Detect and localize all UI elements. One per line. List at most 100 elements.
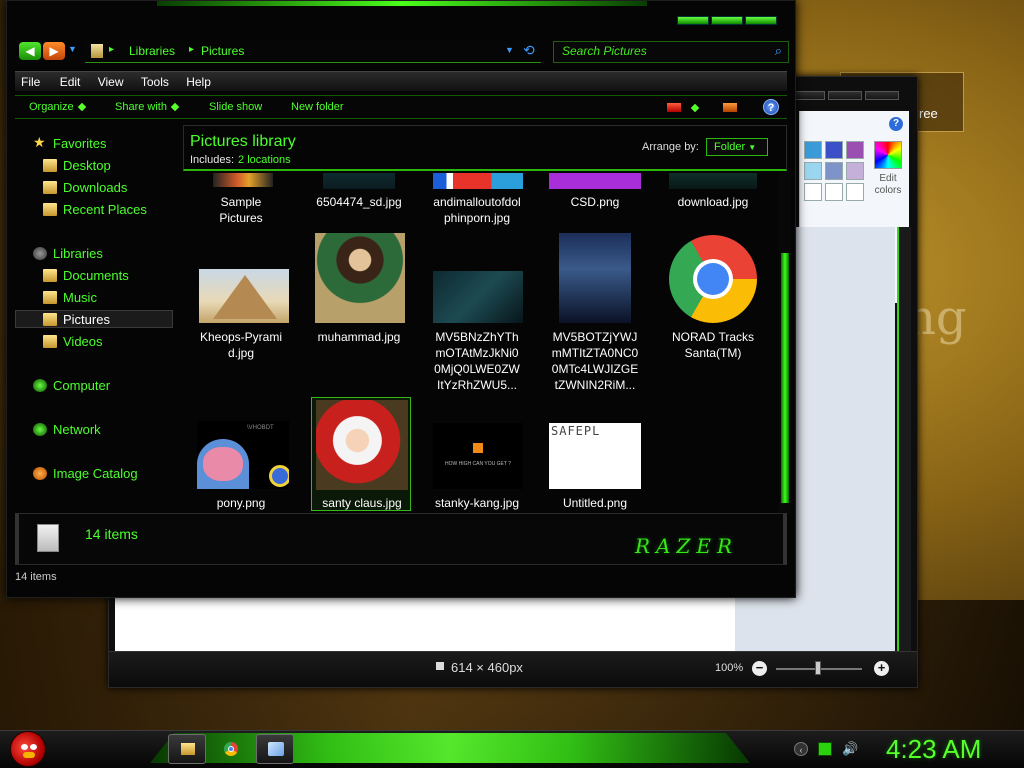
breadcrumb-libraries[interactable]: Libraries	[129, 44, 175, 58]
menu-file[interactable]: File	[21, 72, 40, 89]
refresh-icon[interactable]: ⟲	[523, 42, 535, 59]
file-name: download.jpg	[677, 195, 749, 209]
new-folder-button[interactable]: New folder	[291, 101, 344, 113]
zoom-slider-thumb[interactable]	[815, 661, 821, 675]
menu-view[interactable]: View	[98, 72, 124, 89]
library-title: Pictures library	[190, 133, 296, 150]
nav-desktop[interactable]: Desktop	[15, 157, 173, 175]
file-item-6504474-sd[interactable]: 6504474_sd.jpg	[309, 173, 409, 213]
paint-color-palette	[804, 141, 864, 201]
minimize-button[interactable]	[677, 16, 709, 25]
file-item-stanky-kang[interactable]: HOW HIGH CAN YOU GET ? stanky-kang.jpg	[427, 399, 527, 510]
color-swatch[interactable]	[846, 162, 864, 180]
image-thumbnail	[199, 269, 289, 323]
arrange-by-dropdown[interactable]: Folder ▼	[706, 138, 768, 156]
file-item-pony[interactable]: \VHOBDT pony.png	[191, 399, 291, 510]
image-thumbnail	[323, 173, 395, 189]
paint-vertical-scrollbar[interactable]	[897, 227, 911, 657]
taskbar-chrome-button[interactable]	[212, 734, 250, 764]
file-item-mv5bnzzh[interactable]: MV5BNzZhYTh mOTAtMzJkNi0 0MjQ0LWE0ZW ItYzRh…	[427, 233, 527, 393]
nav-image-catalog[interactable]: Image Catalog	[15, 465, 173, 483]
file-item-download[interactable]: download.jpg	[663, 173, 763, 213]
color-swatch[interactable]	[825, 183, 843, 201]
menu-edit[interactable]: Edit	[60, 72, 81, 89]
file-name: Untitled.png	[562, 496, 628, 510]
nav-label: Documents	[63, 268, 129, 283]
color-swatch[interactable]	[825, 141, 843, 159]
nav-favorites[interactable]: ★ Favorites	[15, 134, 173, 153]
search-input[interactable]	[562, 44, 762, 58]
network-icon[interactable]	[818, 742, 832, 756]
nav-documents[interactable]: Documents	[15, 267, 173, 285]
nav-downloads[interactable]: Downloads	[15, 179, 173, 197]
recent-pages-dropdown-icon[interactable]: ▼	[68, 44, 77, 54]
slide-show-button[interactable]: Slide show	[209, 101, 262, 113]
library-locations-link[interactable]: 2 locations	[238, 154, 291, 166]
show-hidden-icons-icon[interactable]: ‹	[794, 742, 808, 756]
edit-colors-button[interactable]: Edit colors	[870, 141, 906, 197]
scrollbar-thumb[interactable]	[781, 253, 789, 503]
explorer-window[interactable]: ◀ ▶ ▼ ▸ Libraries ▸ Pictures ▼ ⟲ ⌕ File …	[6, 0, 796, 598]
menu-help[interactable]: Help	[186, 72, 211, 89]
color-swatch[interactable]	[846, 141, 864, 159]
nav-label: Pictures	[63, 312, 110, 327]
zoom-in-button[interactable]: +	[874, 661, 889, 676]
file-item-csd[interactable]: CSD.png	[545, 173, 645, 213]
share-with-button[interactable]: Share with	[115, 101, 180, 113]
nav-libraries[interactable]: Libraries	[15, 245, 173, 263]
file-item-untitled[interactable]: SAFEPL Untitled.png	[545, 399, 645, 510]
nav-videos[interactable]: Videos	[15, 333, 173, 351]
address-dropdown-icon[interactable]: ▼	[505, 45, 514, 55]
image-thumbnail	[669, 173, 757, 189]
forward-button[interactable]: ▶	[43, 42, 65, 60]
breadcrumb-pictures[interactable]: Pictures	[201, 44, 244, 58]
videos-icon	[43, 335, 57, 348]
color-swatch[interactable]	[846, 183, 864, 201]
back-button[interactable]: ◀	[19, 42, 41, 60]
nav-recent-places[interactable]: Recent Places	[15, 201, 173, 219]
file-item-kheops-pyramid[interactable]: Kheops-Pyrami d.jpg	[191, 233, 291, 363]
start-button[interactable]	[10, 731, 46, 767]
includes-label: Includes:	[190, 154, 235, 166]
preview-pane-icon[interactable]	[723, 103, 737, 112]
file-item-sample-pictures[interactable]: Sample Pictures	[191, 173, 291, 229]
file-item-muhammad[interactable]: muhammad.jpg	[309, 233, 409, 363]
maximize-button[interactable]	[711, 16, 743, 25]
menu-tools[interactable]: Tools	[141, 72, 169, 89]
color-swatch[interactable]	[804, 141, 822, 159]
address-bar[interactable]: ▸ Libraries ▸ Pictures ▼ ⟲	[85, 41, 541, 63]
nav-pictures[interactable]: Pictures	[15, 310, 173, 328]
organize-button[interactable]: Organize	[29, 101, 86, 113]
file-item-mv5botzj[interactable]: MV5BOTZjYWJ mMTItZTA0NC0 0MTc4LWJIZGE tZWNI…	[545, 233, 645, 393]
volume-icon[interactable]: 🔊	[842, 742, 858, 756]
search-icon[interactable]: ⌕	[775, 43, 782, 59]
help-icon[interactable]: ?	[763, 99, 779, 115]
search-box[interactable]: ⌕	[553, 41, 789, 63]
paint-maximize-button[interactable]	[828, 91, 862, 100]
star-icon: ★	[33, 134, 46, 150]
file-item-andimall[interactable]: andimalloutofdol phinporn.jpg	[427, 173, 527, 229]
clock[interactable]: 4:23 AM	[886, 734, 981, 765]
nav-computer[interactable]: Computer	[15, 377, 173, 395]
file-item-santy-claus[interactable]: santy claus.jpg	[311, 397, 411, 511]
color-swatch[interactable]	[804, 162, 822, 180]
paint-close-button[interactable]	[865, 91, 899, 100]
paint-help-icon[interactable]: ?	[889, 117, 903, 131]
nav-music[interactable]: Music	[15, 289, 173, 307]
color-swatch[interactable]	[825, 162, 843, 180]
taskbar-paint-button[interactable]	[256, 734, 294, 764]
file-name: MV5BOTZjYWJ mMTItZTA0NC0 0MTc4LWJIZGE tZWNI…	[551, 330, 639, 392]
zoom-level: 100%	[715, 662, 744, 674]
file-item-norad-tracks-santa[interactable]: NORAD Tracks Santa(TM)	[663, 233, 763, 363]
change-view-icon[interactable]	[667, 103, 681, 112]
taskbar-explorer-button[interactable]	[168, 734, 206, 764]
file-name: Sample Pictures	[219, 195, 263, 225]
nav-network[interactable]: Network	[15, 421, 173, 439]
color-swatch[interactable]	[804, 183, 822, 201]
view-options-icon[interactable]	[690, 103, 700, 113]
zoom-out-button[interactable]: −	[752, 661, 767, 676]
paint-minimize-button[interactable]	[791, 91, 825, 100]
close-button[interactable]	[745, 16, 777, 25]
file-list-scrollbar[interactable]	[779, 171, 791, 515]
file-list: Sample Pictures 6504474_sd.jpg andimallou…	[185, 173, 775, 511]
